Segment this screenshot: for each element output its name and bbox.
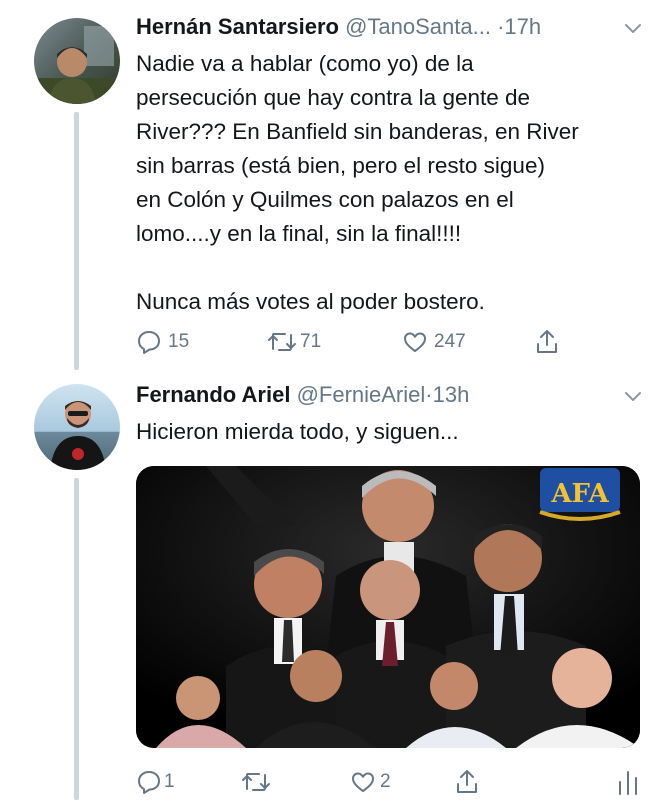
tweet-text-line: lomo....y en la final, sin la final!!!! [136,221,462,246]
avatar-fernando[interactable] [34,384,120,470]
retweet-count: 71 [300,331,322,352]
svg-text:AFA: AFA [550,479,609,509]
analytics-icon [619,771,637,795]
tweet-text-line: River??? En Banfield sin banderas, en Ri… [136,119,579,144]
thread-line [74,478,79,800]
display-name[interactable]: Hernán Santarsiero [136,14,339,39]
like-icon [352,772,374,792]
tweet-text-line: Hicieron mierda todo, y siguen... [136,419,459,444]
handle[interactable]: @FernieAriel [297,382,426,407]
retweet-icon [242,773,270,791]
share-button[interactable] [534,324,560,360]
reply-icon [138,331,160,354]
tweet-header: Fernando Ariel @FernieAriel·13h [136,382,469,408]
separator-dot: · [425,382,433,407]
like-icon [404,332,426,352]
reply-button[interactable]: 1 [136,764,175,800]
reply-count: 1 [164,771,175,792]
tweet-media-image[interactable]: AFA [136,466,640,748]
retweet-icon [268,333,296,351]
tweet-text-line: sin barras (está bien, pero el resto sig… [136,153,545,178]
tweet-text-line: en Colón y Quilmes con palazos en el [136,187,514,212]
share-icon [457,770,477,793]
chevron-down-icon[interactable] [622,386,644,408]
like-button[interactable]: 247 [402,324,466,360]
timestamp[interactable]: 17h [504,14,541,39]
afa-logo: AFA [539,468,621,521]
tweet-actions: 1 2 [136,764,637,800]
avatar-hernan[interactable] [34,18,120,104]
share-icon [537,330,557,353]
reply-icon [138,771,160,794]
tweet-actions: 15 71 247 [136,324,632,360]
retweet-button[interactable] [240,764,272,800]
timestamp[interactable]: 13h [433,382,470,407]
tweet-header: Hernán Santarsiero @TanoSanta... ·17h [136,14,541,40]
reply-button[interactable]: 15 [136,324,189,360]
chevron-down-icon[interactable] [622,18,644,40]
tweet-text-line: persecución que hay contra la gente de [136,85,531,110]
tweet-text: Nadie va a hablar (como yo) de la persec… [136,47,636,319]
like-button[interactable]: 2 [350,764,391,800]
tweet-text-line: Nadie va a hablar (como yo) de la [136,51,474,76]
like-count: 247 [434,331,466,352]
display-name[interactable]: Fernando Ariel [136,382,290,407]
share-button[interactable] [454,764,480,800]
like-count: 2 [380,771,391,792]
retweet-button[interactable]: 71 [266,324,321,360]
thread-line [74,112,79,370]
handle[interactable]: @TanoSanta... [345,14,491,39]
reply-count: 15 [168,331,190,352]
tweet-text: Hicieron mierda todo, y siguen... [136,415,636,449]
tweet-text-line: Nunca más votes al poder bostero. [136,289,485,314]
analytics-button[interactable] [616,764,640,800]
